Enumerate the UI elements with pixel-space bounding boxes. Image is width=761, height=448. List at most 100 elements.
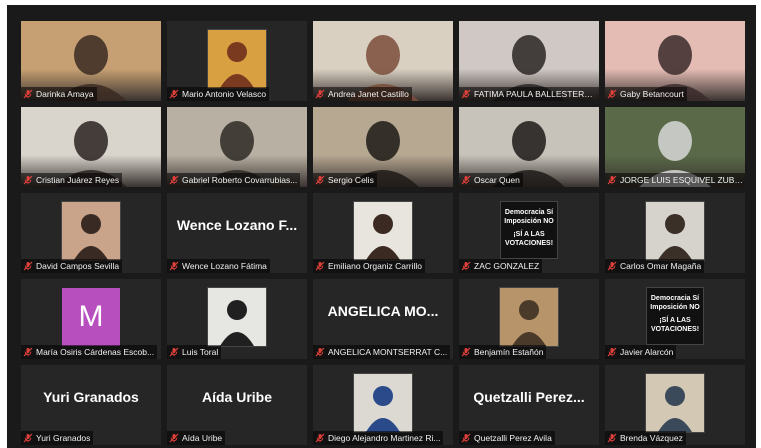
- avatar: M: [62, 288, 120, 346]
- participant-name-label: ANGELICA MONTSERRAT C...: [313, 345, 451, 359]
- participant-name-label: Yuri Granados: [21, 431, 94, 445]
- participant-tile[interactable]: Brenda Vázquez: [605, 365, 745, 445]
- participant-tile[interactable]: Luis Toral: [167, 279, 307, 359]
- muted-mic-icon: [23, 347, 33, 357]
- participant-tile[interactable]: Gaby Betancourt: [605, 21, 745, 101]
- participant-tile[interactable]: Quetzalli Perez... Quetzalli Perez Avila: [459, 365, 599, 445]
- participant-name-label: Emiliano Organiz Carrillo: [313, 259, 426, 273]
- muted-mic-icon: [169, 89, 179, 99]
- participant-name: Gabriel Roberto Covarrubias...: [182, 175, 298, 185]
- participant-tile[interactable]: Darinka Amaya: [21, 21, 161, 101]
- participant-tile[interactable]: Cristian Juárez Reyes: [21, 107, 161, 187]
- participant-tile[interactable]: Emiliano Organiz Carrillo: [313, 193, 453, 273]
- muted-mic-icon: [461, 261, 471, 271]
- participant-display-name: ANGELICA MO...: [327, 303, 439, 319]
- participant-tile[interactable]: Carlos Omar Magaña: [605, 193, 745, 273]
- participant-name-label: Luis Toral: [167, 345, 222, 359]
- participant-tile[interactable]: Benjamín Estañón: [459, 279, 599, 359]
- profile-picture: [61, 201, 121, 261]
- sign-text-line: Democracia Sí: [650, 295, 700, 302]
- profile-picture-sign: Democracia Sí Imposición NO ¡SÍ A LAS VOTAC…: [646, 287, 704, 345]
- participant-tile[interactable]: Mario Antonio Velasco: [167, 21, 307, 101]
- participant-name: Javier Alarcón: [620, 347, 674, 357]
- participant-name-label: Gabriel Roberto Covarrubias...: [167, 173, 301, 187]
- muted-mic-icon: [169, 261, 179, 271]
- participant-name: Emiliano Organiz Carrillo: [328, 261, 423, 271]
- participant-name: Wence Lozano Fátima: [182, 261, 267, 271]
- participant-display-name: Yuri Granados: [43, 389, 139, 405]
- sign-text-line: VOTACIONES!: [650, 326, 700, 333]
- muted-mic-icon: [315, 433, 325, 443]
- profile-picture: [499, 287, 559, 347]
- participant-name-label: Benjamín Estañón: [459, 345, 547, 359]
- participant-name: María Osiris Cárdenas Escob...: [36, 347, 155, 357]
- participant-tile[interactable]: Wence Lozano F... Wence Lozano Fátima: [167, 193, 307, 273]
- participant-display-name: Quetzalli Perez...: [473, 389, 585, 405]
- muted-mic-icon: [315, 347, 325, 357]
- muted-mic-icon: [169, 175, 179, 185]
- sign-text-line: ¡SÍ A LAS: [513, 231, 545, 238]
- participant-name-label: Sergio Celis: [313, 173, 377, 187]
- participant-name-label: JORGE LUIS ESQUIVEL ZUBIRI: [605, 173, 745, 187]
- participant-tile[interactable]: Democracia Sí Imposición NO ¡SÍ A LAS VOTAC…: [605, 279, 745, 359]
- participant-name: Darinka Amaya: [36, 89, 94, 99]
- participant-name: Aída Uribe: [182, 433, 223, 443]
- participant-tile[interactable]: M María Osiris Cárdenas Escob...: [21, 279, 161, 359]
- participant-name: Andrea Janet Castillo: [328, 89, 409, 99]
- participant-name-label: Brenda Vázquez: [605, 431, 686, 445]
- profile-picture: [645, 373, 705, 433]
- muted-mic-icon: [607, 89, 617, 99]
- participant-name-label: Andrea Janet Castillo: [313, 87, 412, 101]
- participant-name: Quetzalli Perez Avila: [474, 433, 552, 443]
- participant-tile[interactable]: Yuri Granados Yuri Granados: [21, 365, 161, 445]
- participant-name-label: Quetzalli Perez Avila: [459, 431, 555, 445]
- participant-name: Gaby Betancourt: [620, 89, 684, 99]
- participant-name: Diego Alejandro Martinez Ri...: [328, 433, 441, 443]
- muted-mic-icon: [315, 175, 325, 185]
- participant-name-label: ZAC GONZALEZ: [459, 259, 543, 273]
- participant-name: ANGELICA MONTSERRAT C...: [328, 347, 448, 357]
- participant-tile[interactable]: Andrea Janet Castillo: [313, 21, 453, 101]
- participant-display-name: Wence Lozano F...: [176, 217, 298, 233]
- muted-mic-icon: [23, 175, 33, 185]
- participant-tile[interactable]: David Campos Sevilla: [21, 193, 161, 273]
- muted-mic-icon: [607, 433, 617, 443]
- participant-name-label: Carlos Omar Magaña: [605, 259, 705, 273]
- gallery-view: Darinka Amaya Mario Antonio Velasco Andrea…: [7, 5, 756, 448]
- participant-name: Yuri Granados: [36, 433, 91, 443]
- sign-text-line: ¡SÍ A LAS: [659, 317, 691, 324]
- participant-tile[interactable]: Oscar Quen: [459, 107, 599, 187]
- muted-mic-icon: [315, 261, 325, 271]
- participant-tile[interactable]: JORGE LUIS ESQUIVEL ZUBIRI: [605, 107, 745, 187]
- participant-name: Carlos Omar Magaña: [620, 261, 702, 271]
- participant-tile[interactable]: Aída Uribe Aída Uribe: [167, 365, 307, 445]
- muted-mic-icon: [461, 347, 471, 357]
- muted-mic-icon: [461, 89, 471, 99]
- participant-name: JORGE LUIS ESQUIVEL ZUBIRI: [620, 175, 743, 185]
- participant-tile[interactable]: Gabriel Roberto Covarrubias...: [167, 107, 307, 187]
- participant-name-label: María Osiris Cárdenas Escob...: [21, 345, 158, 359]
- participant-name: Mario Antonio Velasco: [182, 89, 267, 99]
- participant-tile[interactable]: ANGELICA MO... ANGELICA MONTSERRAT C...: [313, 279, 453, 359]
- participant-name-label: FATIMA PAULA BALLESTERO...: [459, 87, 599, 101]
- participant-tile[interactable]: Diego Alejandro Martinez Ri...: [313, 365, 453, 445]
- sign-text-line: VOTACIONES!: [504, 240, 554, 247]
- participant-name-label: Diego Alejandro Martinez Ri...: [313, 431, 444, 445]
- participant-name: Luis Toral: [182, 347, 219, 357]
- participant-name: David Campos Sevilla: [36, 261, 120, 271]
- muted-mic-icon: [23, 89, 33, 99]
- profile-picture-sign: Democracia Sí Imposición NO ¡SÍ A LAS VOTAC…: [500, 201, 558, 259]
- participant-tile[interactable]: FATIMA PAULA BALLESTERO...: [459, 21, 599, 101]
- sign-text-line: Democracia Sí: [504, 209, 554, 216]
- participant-name-label: Mario Antonio Velasco: [167, 87, 270, 101]
- muted-mic-icon: [315, 89, 325, 99]
- participant-name: Brenda Vázquez: [620, 433, 683, 443]
- muted-mic-icon: [169, 433, 179, 443]
- participant-name-label: Wence Lozano Fátima: [167, 259, 270, 273]
- muted-mic-icon: [461, 175, 471, 185]
- participant-name-label: Oscar Quen: [459, 173, 523, 187]
- participant-tile[interactable]: Democracia Sí Imposición NO ¡SÍ A LAS VOTAC…: [459, 193, 599, 273]
- participant-name: Cristian Juárez Reyes: [36, 175, 120, 185]
- participant-tile[interactable]: Sergio Celis: [313, 107, 453, 187]
- profile-picture: [207, 29, 267, 89]
